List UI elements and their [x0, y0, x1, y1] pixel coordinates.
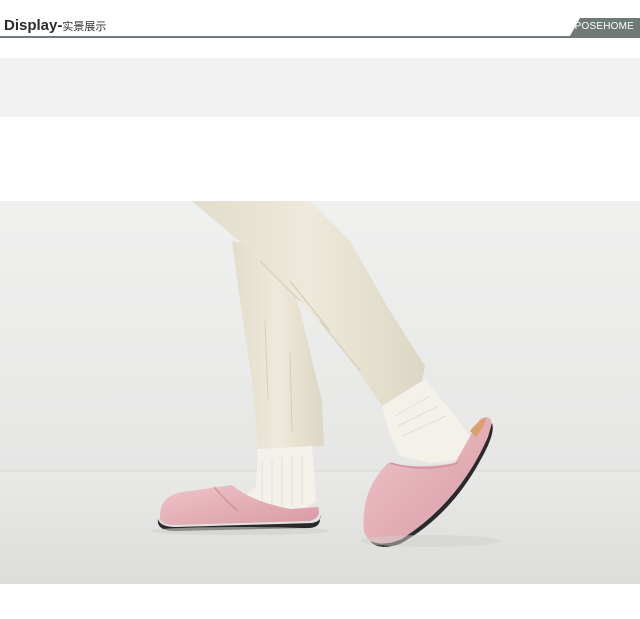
slipper-scene-image [0, 201, 640, 584]
title-subtitle: 实景展示 [62, 21, 107, 33]
brand-badge: POSEHOME [570, 18, 640, 36]
product-photo [0, 201, 640, 584]
section-title: Display-实景展示 [4, 17, 106, 36]
gray-banner [0, 58, 640, 117]
header-divider [0, 36, 640, 38]
brand-label: POSEHOME [574, 21, 634, 32]
title-text: Display- [4, 17, 63, 34]
section-header: Display-实景展示 POSEHOME [0, 0, 640, 40]
floor [0, 471, 640, 584]
